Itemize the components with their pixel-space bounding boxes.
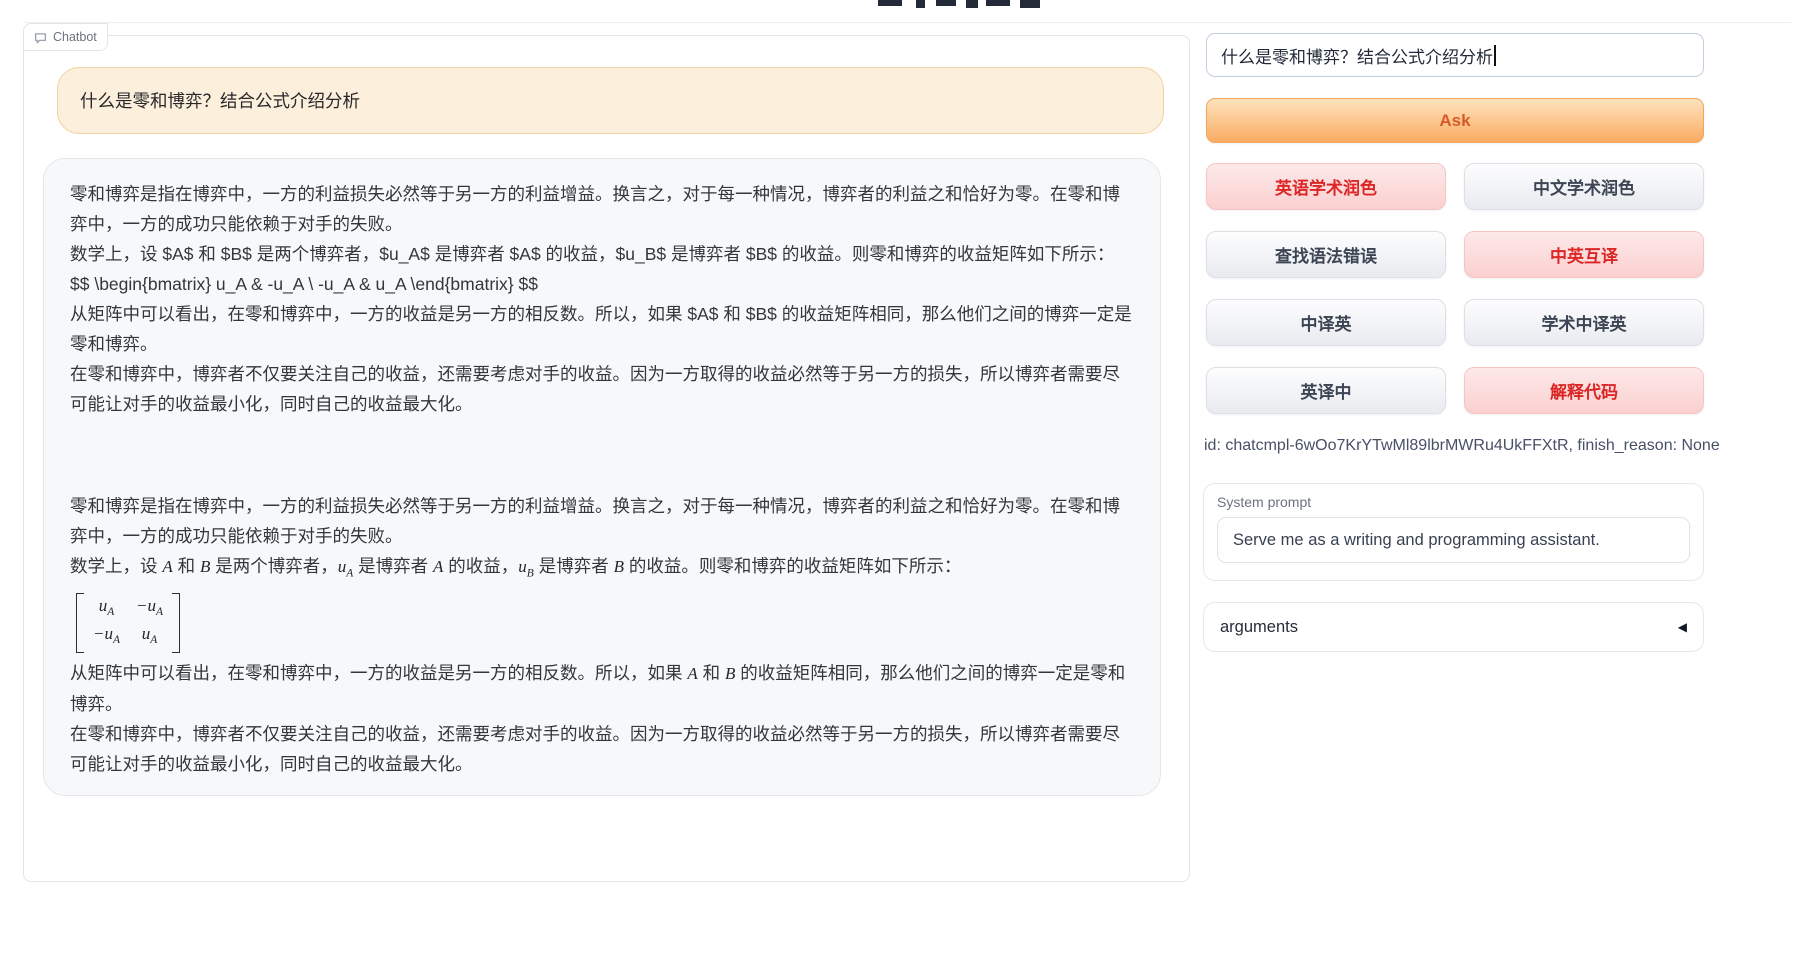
status-line: id: chatcmpl-6wOo7KrYTwMl89lbrMWRu4UkFFX… xyxy=(1204,437,1764,455)
math-var: B xyxy=(614,557,624,576)
text-run: 是博弈者 xyxy=(353,556,433,576)
bot-message-bubble: 零和博弈是指在博弈中，一方的利益损失必然等于另一方的利益增益。换言之，对于每一种… xyxy=(43,158,1161,796)
quick-button-academic-zh-to-en[interactable]: 学术中译英 xyxy=(1464,299,1704,346)
payoff-matrix: uA −uA −uA uA xyxy=(76,593,180,653)
user-message-text: 什么是零和博弈？结合公式介绍分析 xyxy=(80,88,360,113)
question-input[interactable]: 什么是零和博弈？结合公式介绍分析 xyxy=(1206,33,1704,77)
arguments-accordion[interactable]: arguments ◀ xyxy=(1203,602,1704,652)
text-run: 从矩阵中可以看出，在零和博弈中，一方的收益是另一方的相反数。所以，如果 xyxy=(70,663,687,683)
text-run: 是博弈者 xyxy=(534,556,614,576)
math-var: A xyxy=(687,664,697,683)
quick-button-chinese-academic-polish[interactable]: 中文学术润色 xyxy=(1464,163,1704,210)
bot-message-raw-text: 零和博弈是指在博弈中，一方的利益损失必然等于另一方的利益增益。换言之，对于每一种… xyxy=(70,179,1134,419)
quick-button-find-grammar-errors[interactable]: 查找语法错误 xyxy=(1206,231,1446,278)
matrix-cell: uA xyxy=(136,623,163,651)
quick-buttons-grid: 英语学术润色 中文学术润色 查找语法错误 中英互译 中译英 学术中译英 英译中 … xyxy=(1206,163,1704,414)
quick-button-english-academic-polish[interactable]: 英语学术润色 xyxy=(1206,163,1446,210)
chatbot-label-text: Chatbot xyxy=(53,30,97,44)
question-input-value: 什么是零和博弈？结合公式介绍分析 xyxy=(1221,43,1493,68)
quick-button-zh-to-en[interactable]: 中译英 xyxy=(1206,299,1446,346)
ask-button[interactable]: Ask xyxy=(1206,98,1704,143)
matrix-left-bracket xyxy=(76,593,84,653)
arguments-accordion-label: arguments xyxy=(1220,618,1298,637)
system-prompt-input[interactable]: Serve me as a writing and programming as… xyxy=(1217,517,1690,563)
math-var: B xyxy=(200,557,210,576)
math-var: u xyxy=(338,557,347,576)
matrix-cell: −uA xyxy=(93,623,120,651)
rendered-paragraph-4: 从矩阵中可以看出，在零和博弈中，一方的收益是另一方的相反数。所以，如果 A 和 … xyxy=(70,658,1134,719)
matrix-cells: uA −uA −uA uA xyxy=(84,593,172,653)
rendered-math-sentence: 数学上，设 A 和 B 是两个博弈者，uA 是博弈者 A 的收益，uB 是博弈者… xyxy=(70,551,1134,589)
chatbot-panel: Chatbot 什么是零和博弈？结合公式介绍分析 零和博弈是指在博弈中，一方的利… xyxy=(23,35,1190,882)
quick-button-zh-en-mutual-translate[interactable]: 中英互译 xyxy=(1464,231,1704,278)
bot-message-rendered: 零和博弈是指在博弈中，一方的利益损失必然等于另一方的利益增益。换言之，对于每一种… xyxy=(70,491,1134,779)
system-prompt-label: System prompt xyxy=(1217,494,1690,510)
text-caret xyxy=(1494,45,1496,66)
text-run: 的收益， xyxy=(443,556,518,576)
math-var: A xyxy=(433,557,443,576)
rendered-paragraph-5: 在零和博弈中，博弈者不仅要关注自己的收益，还需要考虑对手的收益。因为一方取得的收… xyxy=(70,719,1134,779)
chat-bubble-icon xyxy=(34,31,47,44)
rendered-paragraph-1: 零和博弈是指在博弈中，一方的利益损失必然等于另一方的利益增益。换言之，对于每一种… xyxy=(70,491,1134,551)
page-title-clipped xyxy=(878,0,1048,10)
control-column: 什么是零和博弈？结合公式介绍分析 Ask 英语学术润色 中文学术润色 查找语法错… xyxy=(1206,0,1704,961)
math-var: u xyxy=(518,557,527,576)
app-root: Chatbot 什么是零和博弈？结合公式介绍分析 零和博弈是指在博弈中，一方的利… xyxy=(0,0,1814,961)
quick-button-explain-code[interactable]: 解释代码 xyxy=(1464,367,1704,414)
matrix-cell: uA xyxy=(93,595,120,623)
math-var: B xyxy=(725,664,735,683)
matrix-right-bracket xyxy=(172,593,180,653)
system-prompt-value: Serve me as a writing and programming as… xyxy=(1233,531,1600,550)
math-subscript: B xyxy=(527,568,534,580)
chatbot-label: Chatbot xyxy=(23,23,108,51)
text-run: 和 xyxy=(698,663,725,683)
text-run: 和 xyxy=(173,556,200,576)
quick-button-en-to-zh[interactable]: 英译中 xyxy=(1206,367,1446,414)
math-var: A xyxy=(162,557,172,576)
system-prompt-card: System prompt Serve me as a writing and … xyxy=(1203,483,1704,581)
text-run: 是两个博弈者， xyxy=(210,556,337,576)
collapse-arrow-icon: ◀ xyxy=(1678,620,1687,634)
text-run: 的收益。则零和博弈的收益矩阵如下所示： xyxy=(624,556,961,576)
text-run: 数学上，设 xyxy=(70,556,162,576)
user-message-bubble: 什么是零和博弈？结合公式介绍分析 xyxy=(57,67,1164,134)
message-gap xyxy=(70,419,1134,491)
matrix-cell: −uA xyxy=(136,595,163,623)
